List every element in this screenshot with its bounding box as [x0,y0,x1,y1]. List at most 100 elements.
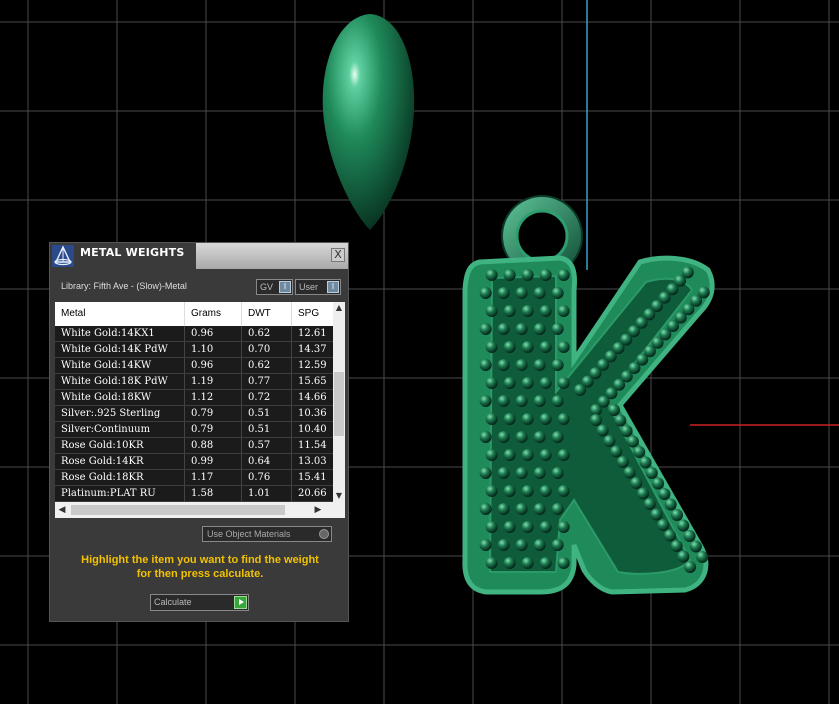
bead [521,485,534,497]
table-row[interactable]: White Gold:14K PdW 1.10 0.70 14.37 [55,342,333,358]
bead [677,519,690,532]
metal-cell: Rose Gold:18KR [55,470,185,485]
grams-cell: 1.58 [185,486,242,501]
bead [521,521,534,533]
bead [671,509,683,521]
bead [497,323,510,335]
bead [515,395,528,407]
table-row[interactable]: Rose Gold:18KR 1.17 0.76 15.41 [55,470,333,486]
bead [633,446,646,458]
bead [650,508,663,521]
calculate-label: Calculate [154,597,192,607]
grams-cell: 0.99 [185,454,242,469]
grams-cell: 0.88 [185,438,242,453]
column-header-grams[interactable]: Grams [185,302,242,326]
metal-cell: White Gold:18KW [55,390,185,405]
table-row[interactable]: White Gold:14KW 0.96 0.62 12.59 [55,358,333,374]
table-row[interactable]: White Gold:14KX1 0.96 0.62 12.61 [55,326,333,342]
panel-titlebar[interactable]: METAL WEIGHTS X [50,243,348,269]
letter-k-model [462,255,715,595]
grams-cell: 0.79 [185,422,242,437]
dwt-cell: 0.62 [242,326,292,341]
bead [479,287,492,299]
horizontal-scrollbar[interactable]: ◀ ▶ [55,502,345,518]
close-icon[interactable]: X [331,248,345,262]
bead [539,557,552,569]
bead [645,467,658,479]
bead [539,449,552,461]
bead [485,341,498,353]
instructions-line-2: for then press calculate. [136,568,264,580]
bead [697,286,710,299]
chevron-left-icon[interactable]: ◀ [55,502,69,518]
chevron-up-icon[interactable]: ▲ [333,302,345,314]
table-row[interactable]: White Gold:18KW 1.12 0.72 14.66 [55,390,333,406]
bead [503,377,516,389]
instructions-text: Highlight the item you want to find the … [60,553,340,581]
bead [630,477,643,489]
teardrop-model [322,14,415,230]
spg-cell: 15.65 [298,376,327,387]
table-row[interactable]: White Gold:18K PdW 1.19 0.77 15.65 [55,374,333,390]
bead [485,269,498,281]
bead [557,521,570,533]
bead [639,456,652,469]
bead [497,539,510,551]
table-row[interactable]: Platinum:PLAT RU 1.58 1.01 20.66 [55,486,333,502]
use-object-materials-toggle[interactable]: Use Object Materials [202,526,332,542]
gv-toggle-button[interactable]: GV I [256,279,293,295]
bead [551,431,564,443]
table-row[interactable]: Silver:.925 Sterling 0.79 0.51 10.36 [55,406,333,422]
bead [590,414,602,426]
bead [664,498,677,511]
metal-cell: Platinum:PLAT RU [55,486,185,501]
column-header-metal[interactable]: Metal [55,302,185,326]
spg-cell: 10.36 [298,408,327,419]
bead [497,287,510,299]
dwt-cell: 0.62 [242,358,292,373]
vertical-scrollbar[interactable]: ▲ ▼ [333,302,345,502]
bead [551,287,564,299]
metal-cell: White Gold:14KX1 [55,326,185,341]
column-header-dwt[interactable]: DWT [242,302,292,326]
dwt-cell: 0.51 [242,422,292,437]
user-toggle-button[interactable]: User I [295,279,341,295]
dwt-cell: 0.57 [242,438,292,453]
column-header-spg[interactable]: SPG [292,302,333,326]
metal-cell: White Gold:14K PdW [55,342,185,357]
dwt-cell: 0.72 [242,390,292,405]
horizontal-scroll-thumb[interactable] [71,505,285,515]
grams-cell: 1.12 [185,390,242,405]
instructions-line-1: Highlight the item you want to find the … [81,554,319,566]
bead [515,359,528,371]
table-row[interactable]: Silver:Continuum 0.79 0.51 10.40 [55,422,333,438]
calculate-button[interactable]: Calculate [150,594,249,611]
use-object-materials-label: Use Object Materials [207,529,291,539]
bead [503,341,516,353]
metal-cell: Rose Gold:14KR [55,454,185,469]
gv-label: GV [260,282,274,292]
bead [479,539,492,551]
bead [503,449,516,461]
bead [557,305,570,317]
bead [533,467,546,479]
chevron-down-icon[interactable]: ▼ [333,490,345,502]
bead [485,521,498,533]
table-row[interactable]: Rose Gold:14KR 0.99 0.64 13.03 [55,454,333,470]
table-row[interactable]: Rose Gold:10KR 0.88 0.57 11.54 [55,438,333,454]
bead [503,269,516,281]
bead [485,485,498,497]
metal-weights-table[interactable]: Metal Grams DWT SPG White Gold:14KX1 0.96… [55,302,345,518]
user-label: User [299,282,319,292]
bead [497,431,510,443]
bead [614,414,627,427]
bead [539,521,552,533]
bead [557,341,570,353]
bead [533,503,546,515]
chevron-right-icon[interactable]: ▶ [311,502,325,518]
vertical-scroll-thumb[interactable] [334,372,344,436]
bead [683,530,696,542]
bead [533,539,546,551]
spg-cell: 14.37 [298,344,327,355]
bead [557,449,570,461]
